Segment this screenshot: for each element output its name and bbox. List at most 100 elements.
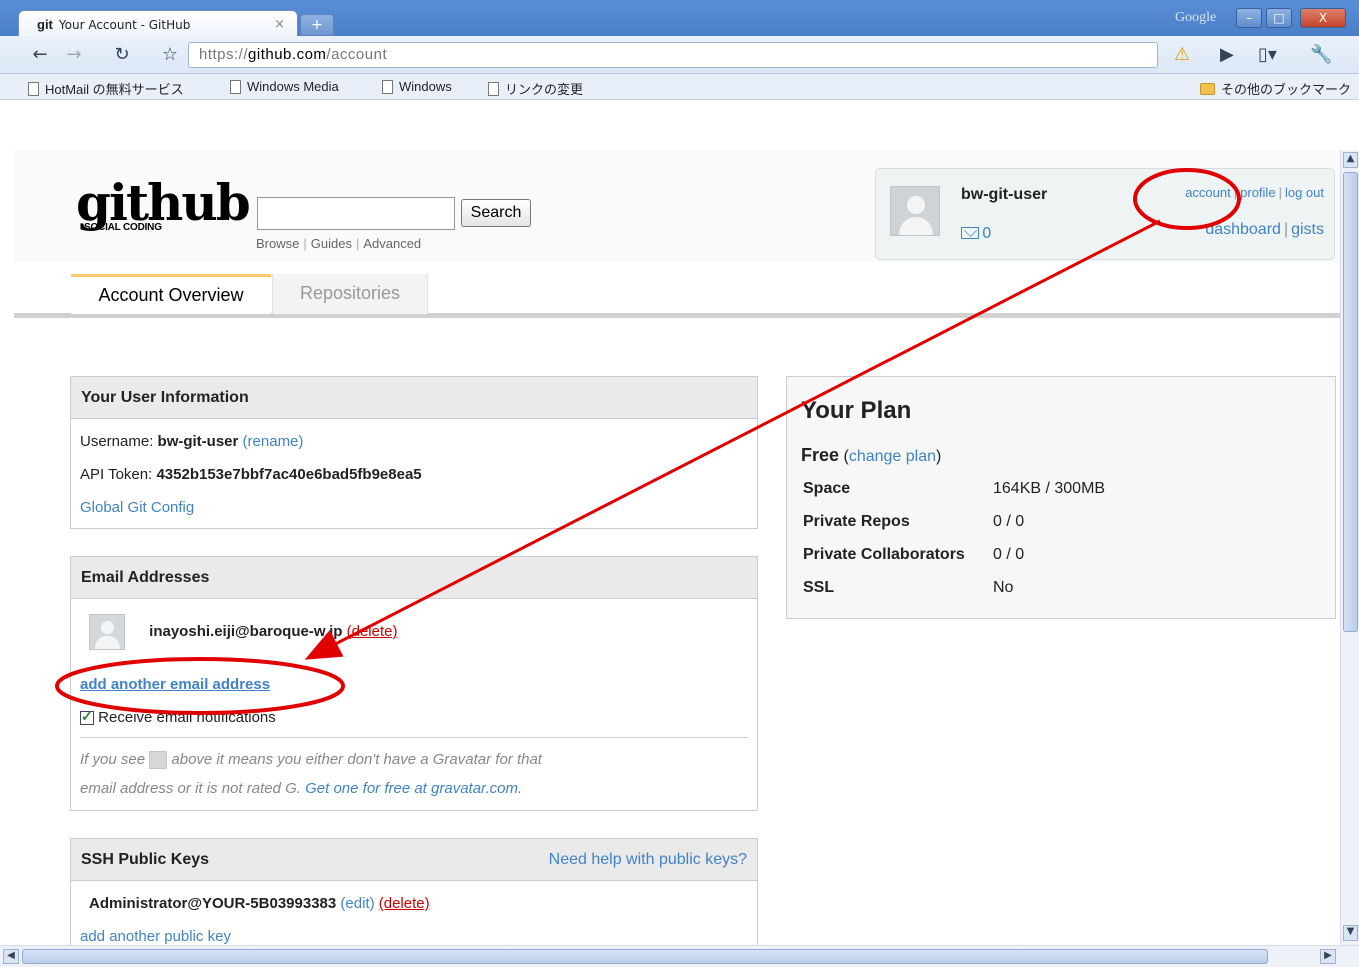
profile-link[interactable]: profile [1240, 185, 1275, 200]
api-token-row: API Token: 4352b153e7bbf7ac40e6bad5fb9e8… [80, 466, 422, 483]
email-entry: inayoshi.eiji@baroque-w.jp (delete) [89, 614, 397, 650]
table-row: SSL No [803, 571, 1105, 604]
bookmarks-bar: HotMail の無料サービス Windows Media Windows リン… [0, 74, 1359, 100]
close-window-icon[interactable]: X [1300, 8, 1346, 28]
dashboard-link[interactable]: dashboard [1205, 221, 1281, 238]
tab-title: Your Account - GitHub [58, 17, 191, 32]
tab-repositories[interactable]: Repositories [272, 274, 428, 314]
advanced-link[interactable]: Advanced [363, 236, 421, 251]
url-host: github.com [248, 46, 327, 63]
search-button[interactable]: Search [461, 199, 531, 227]
tab-close-icon[interactable]: × [274, 17, 285, 32]
minimize-icon[interactable]: – [1236, 8, 1262, 28]
address-bar[interactable]: https://github.com/account [188, 42, 1158, 68]
ssh-keys-box: SSH Public Keys Need help with public ke… [70, 838, 758, 945]
wrench-menu-icon[interactable]: 🔧 [1310, 44, 1332, 65]
delete-email-link[interactable]: (delete) [347, 623, 398, 640]
plan-table: Space 164KB / 300MB Private Repos 0 / 0 Pr… [803, 472, 1105, 604]
page-icon [28, 81, 39, 96]
global-git-config-link[interactable]: Global Git Config [80, 499, 194, 516]
ssh-key-name: Administrator@YOUR-5B03993383 [89, 895, 337, 912]
google-label: Google [1175, 10, 1217, 25]
other-bookmarks[interactable]: その他のブックマーク [1200, 79, 1351, 98]
api-token-label: API Token: [80, 466, 153, 483]
vertical-scrollbar[interactable]: ▲ ▼ [1340, 150, 1359, 945]
plan-name-row: Free (change plan) [801, 445, 942, 465]
horizontal-scrollbar[interactable]: ◀ ▶ [0, 945, 1359, 967]
play-icon[interactable]: ▶ [1220, 44, 1234, 65]
plan-row-value: 164KB / 300MB [993, 479, 1106, 497]
edit-key-link[interactable]: (edit) [340, 895, 374, 912]
logout-link[interactable]: log out [1285, 185, 1324, 200]
gravatar-note-2: email address or it is not rated G. Get … [80, 780, 522, 797]
table-row: Private Collaborators 0 / 0 [803, 538, 1105, 571]
url-path: /account [326, 46, 388, 63]
scroll-down-icon[interactable]: ▼ [1343, 925, 1358, 941]
add-email-link[interactable]: add another email address [80, 676, 270, 693]
gravatar-note-line2: email address or it is not rated G. [80, 780, 301, 797]
plan-row-label: SSL [803, 578, 835, 596]
browser-tab[interactable]: git Your Account - GitHub × [18, 10, 298, 38]
avatar [89, 614, 125, 650]
inbox-count: 0 [982, 224, 992, 242]
github-logo[interactable]: github SOCIAL CODING [76, 173, 251, 234]
bookmark-links[interactable]: リンクの変更 [488, 79, 583, 98]
maximize-icon[interactable]: □ [1266, 8, 1292, 28]
user-info-box: Your User Information Username: bw-git-u… [70, 376, 758, 529]
ssh-title: SSH Public Keys Need help with public ke… [71, 839, 757, 881]
ssh-help-link[interactable]: Need help with public keys? [549, 851, 747, 869]
gists-link[interactable]: gists [1291, 221, 1324, 238]
rename-link[interactable]: (rename) [243, 433, 304, 450]
divider [80, 737, 748, 738]
notifications-checkbox[interactable] [80, 708, 94, 726]
username-label: Username: [80, 433, 154, 450]
bookmark-windows-media[interactable]: Windows Media [230, 79, 339, 94]
new-tab-button[interactable]: + [300, 14, 334, 36]
account-link[interactable]: account [1185, 185, 1231, 200]
avatar[interactable] [890, 186, 940, 236]
reload-icon[interactable]: ↻ [110, 44, 134, 66]
site-header: github SOCIAL CODING Search Browse | Guide… [14, 150, 1340, 262]
email-title: Email Addresses [71, 557, 757, 599]
gravatar-link[interactable]: Get one for free at gravatar.com. [305, 780, 522, 797]
header-sublinks: Browse | Guides | Advanced [256, 236, 422, 251]
scroll-up-icon[interactable]: ▲ [1343, 152, 1358, 168]
page-left-gutter [0, 100, 14, 945]
change-plan-link[interactable]: change plan [849, 448, 936, 465]
username-value: bw-git-user [157, 433, 239, 450]
plan-row-value: 0 / 0 [993, 545, 1025, 563]
bookmark-hotmail[interactable]: HotMail の無料サービス [28, 79, 184, 98]
table-row: Private Repos 0 / 0 [803, 505, 1105, 538]
ssh-key-row: Administrator@YOUR-5B03993383 (edit) (de… [89, 895, 430, 912]
forward-icon[interactable]: → [62, 44, 86, 66]
vertical-scroll-thumb[interactable] [1343, 172, 1358, 632]
scroll-right-icon[interactable]: ▶ [1320, 949, 1336, 964]
horizontal-scroll-thumb[interactable] [22, 949, 1268, 964]
account-tabs: Account Overview Repositories [14, 274, 1340, 318]
user-name[interactable]: bw-git-user [961, 186, 1047, 204]
guides-link[interactable]: Guides [311, 236, 352, 251]
folder-icon [1200, 82, 1215, 95]
logo-wordmark: github [76, 173, 251, 232]
receive-notifications: Receive email notifications [80, 708, 276, 726]
gravatar-note-mid: above it means you either don't have a G… [171, 751, 542, 768]
bookmark-star-icon[interactable]: ☆ [158, 44, 182, 66]
other-bookmarks-label: その他のブックマーク [1221, 82, 1352, 97]
username-row: Username: bw-git-user (rename) [80, 433, 303, 450]
add-key-link[interactable]: add another public key [80, 928, 231, 945]
avatar [149, 751, 168, 770]
bookmark-label: HotMail の無料サービス [45, 82, 184, 97]
back-icon[interactable]: ← [28, 44, 52, 66]
bookmark-windows[interactable]: Windows [382, 79, 452, 94]
delete-key-link[interactable]: (delete) [379, 895, 430, 912]
plan-title: Your Plan [801, 397, 912, 424]
plan-row-label: Private Collaborators [803, 545, 965, 563]
plan-box: Your Plan Free (change plan) Space 164KB … [786, 376, 1336, 619]
page-menu-icon[interactable]: ▯▾ [1258, 44, 1277, 65]
inbox-link[interactable]: 0 [961, 224, 992, 242]
browse-link[interactable]: Browse [256, 236, 299, 251]
warning-icon[interactable]: ⚠ [1174, 44, 1190, 65]
search-input[interactable] [257, 197, 455, 230]
tab-account-overview[interactable]: Account Overview [71, 274, 271, 314]
scroll-left-icon[interactable]: ◀ [3, 949, 19, 964]
